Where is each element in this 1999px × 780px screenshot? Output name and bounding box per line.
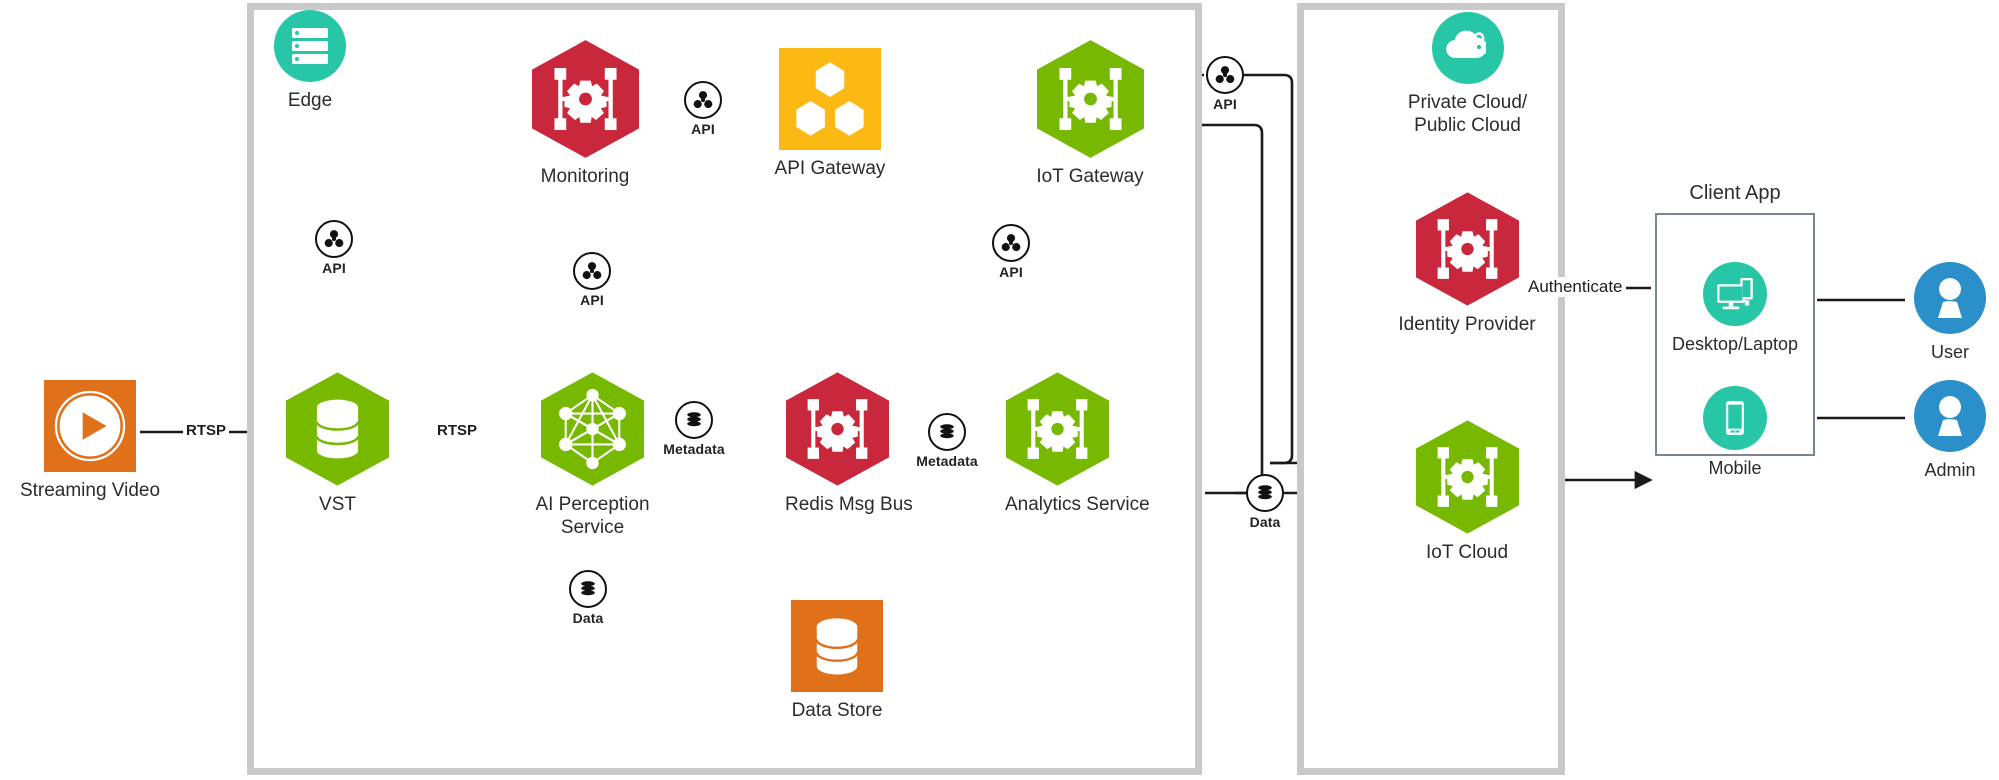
node-desktop-laptop-label: Desktop/Laptop [1671, 334, 1799, 354]
cloud-lock-icon [1431, 12, 1504, 84]
node-api-gateway[interactable]: API Gateway [760, 48, 900, 180]
edge-label-authenticate: Authenticate [1525, 277, 1626, 297]
node-analytics-label: Analytics Service [1005, 494, 1150, 515]
connector-api-2[interactable]: API [289, 220, 379, 276]
connector-api-5-label: API [1213, 96, 1237, 112]
node-edge[interactable]: Edge [255, 10, 365, 112]
person-icon [1914, 262, 1986, 334]
api-node-icon [573, 252, 611, 290]
node-streaming-video-label: Streaming Video [19, 480, 161, 501]
gear-node-icon [1415, 192, 1519, 306]
node-identity-provider-label: Identity Provider [1398, 314, 1536, 335]
connector-api-1-label: API [691, 121, 715, 137]
node-data-store[interactable]: Data Store [790, 600, 884, 722]
node-ai-perception-label-2: Service [560, 517, 625, 538]
gear-node-icon [531, 40, 639, 158]
node-iot-cloud[interactable]: IoT Cloud [1382, 420, 1552, 564]
connector-data-1-label: Data [572, 610, 604, 626]
server-icon [274, 10, 346, 82]
api-node-icon [1206, 56, 1244, 94]
connector-metadata-2-label: Metadata [916, 453, 978, 469]
data-node-icon [1246, 474, 1284, 512]
edge-label-rtsp-2: RTSP [434, 422, 481, 439]
connector-api-5[interactable]: API [1180, 56, 1270, 112]
gear-node-icon [1006, 372, 1109, 486]
data-node-icon [569, 570, 607, 608]
hexagon-cluster-icon [779, 48, 881, 150]
api-node-icon [315, 220, 353, 258]
node-private-public-cloud[interactable]: Private Cloud/ Public Cloud [1380, 12, 1555, 137]
node-streaming-video[interactable]: Streaming Video [0, 380, 180, 502]
client-app-title: Client App [1689, 182, 1781, 204]
play-circle-icon [44, 380, 136, 472]
person-icon [1914, 380, 1986, 452]
node-vst[interactable]: VST [285, 372, 390, 516]
node-iot-cloud-label: IoT Cloud [1425, 542, 1509, 563]
connector-api-4-label: API [999, 264, 1023, 280]
node-private-public-cloud-label-2: Public Cloud [1414, 115, 1521, 136]
node-monitoring-label: Monitoring [540, 166, 630, 187]
database-stack-icon [791, 600, 883, 692]
node-user-label: User [1930, 342, 1969, 362]
node-mobile-label: Mobile [1708, 458, 1762, 478]
connector-data-2-label: Data [1249, 514, 1281, 530]
node-admin-label: Admin [1924, 460, 1976, 480]
gear-node-icon [1415, 420, 1519, 534]
connector-api-3-label: API [580, 292, 604, 308]
node-identity-provider[interactable]: Identity Provider [1382, 192, 1552, 336]
api-node-icon [684, 81, 722, 119]
node-monitoring[interactable]: Monitoring [520, 40, 650, 188]
neural-network-icon [541, 372, 644, 486]
connector-metadata-2[interactable]: Metadata [902, 413, 992, 469]
connector-api-2-label: API [322, 260, 346, 276]
node-iot-gateway[interactable]: IoT Gateway [1000, 40, 1180, 188]
node-redis-label: Redis Msg Bus [785, 494, 913, 515]
node-redis-msg-bus[interactable]: Redis Msg Bus [785, 372, 913, 516]
node-admin[interactable]: Admin [1905, 380, 1995, 482]
node-mobile[interactable]: Mobile [1660, 386, 1810, 480]
data-node-icon [675, 401, 713, 439]
edge-label-rtsp-1: RTSP [183, 422, 230, 439]
link-api-down-to-iotcloud [1268, 73, 1294, 465]
desktop-icon [1703, 262, 1767, 326]
gear-node-icon [1036, 40, 1144, 158]
connector-metadata-1-label: Metadata [663, 441, 725, 457]
node-user[interactable]: User [1905, 262, 1995, 364]
node-analytics-service[interactable]: Analytics Service [1005, 372, 1150, 516]
node-desktop-laptop[interactable]: Desktop/Laptop [1660, 262, 1810, 356]
node-edge-label: Edge [287, 90, 333, 111]
node-vst-label: VST [319, 494, 356, 515]
connector-metadata-1[interactable]: Metadata [649, 401, 739, 457]
database-icon [286, 372, 389, 486]
connector-api-4[interactable]: API [966, 224, 1056, 280]
connector-data-2[interactable]: Data [1220, 474, 1310, 530]
connector-api-3[interactable]: API [547, 252, 637, 308]
data-node-icon [928, 413, 966, 451]
node-iot-gateway-label: IoT Gateway [1036, 166, 1144, 187]
gear-node-icon [786, 372, 889, 486]
mobile-phone-icon [1703, 386, 1767, 450]
api-node-icon [992, 224, 1030, 262]
node-ai-perception-label-1: AI Perception [535, 494, 650, 515]
node-ai-perception[interactable]: AI Perception Service [520, 372, 665, 539]
connector-api-1[interactable]: API [658, 81, 748, 137]
node-api-gateway-label: API Gateway [774, 158, 886, 179]
node-data-store-label: Data Store [791, 700, 883, 721]
connector-data-1[interactable]: Data [543, 570, 633, 626]
node-private-public-cloud-label-1: Private Cloud/ [1407, 92, 1528, 113]
